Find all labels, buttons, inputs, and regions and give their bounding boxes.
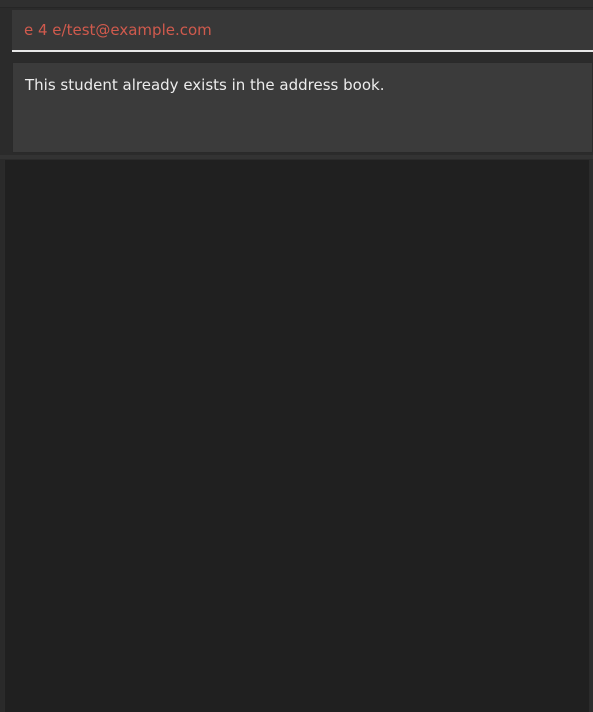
- student-list-panel[interactable]: [4, 160, 590, 712]
- result-message: This student already exists in the addre…: [25, 76, 385, 94]
- result-display: This student already exists in the addre…: [12, 62, 593, 153]
- menu-strip-remnant: [0, 0, 593, 8]
- panel-divider: [0, 155, 593, 159]
- command-input[interactable]: [12, 10, 593, 50]
- command-box[interactable]: [12, 10, 593, 52]
- app-window: This student already exists in the addre…: [0, 0, 593, 712]
